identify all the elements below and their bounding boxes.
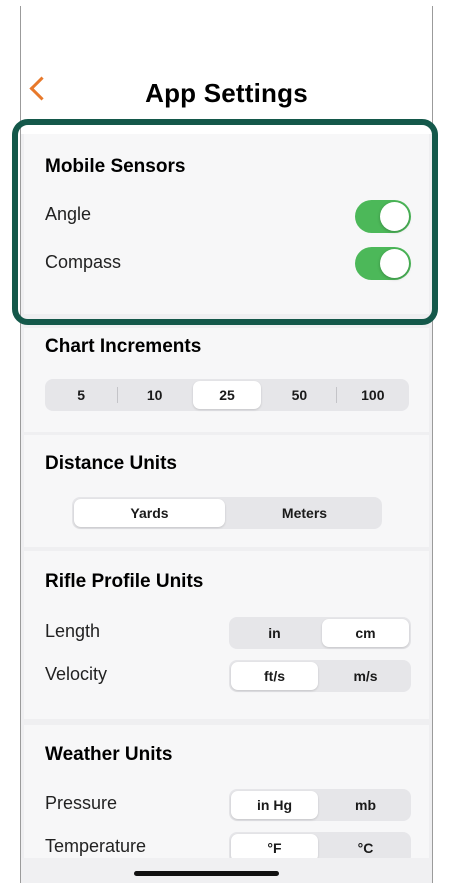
velocity-label: Velocity — [45, 664, 108, 684]
increment-option-25[interactable]: 25 — [192, 381, 262, 409]
weather-units-title: Weather Units — [45, 744, 173, 765]
rifle-profile-units-title: Rifle Profile Units — [45, 571, 204, 592]
increment-option-5[interactable]: 5 — [47, 381, 115, 409]
distance-units-segmented-control: Yards Meters — [72, 497, 382, 529]
temperature-label: Temperature — [45, 836, 147, 856]
distance-option-meters[interactable]: Meters — [229, 499, 380, 527]
page-title: App Settings — [145, 78, 308, 108]
pressure-label: Pressure — [45, 793, 118, 813]
increment-option-50[interactable]: 50 — [265, 381, 333, 409]
divider — [117, 387, 119, 403]
mobile-sensors-highlight-frame — [12, 119, 438, 325]
increment-option-100[interactable]: 100 — [339, 381, 407, 409]
rifle-profile-units-card: Rifle Profile Units Length in cm Velocit… — [24, 551, 429, 719]
velocity-option-ms[interactable]: m/s — [322, 662, 409, 690]
increment-option-10[interactable]: 10 — [120, 381, 188, 409]
distance-units-card: Distance Units Yards Meters — [24, 435, 429, 547]
length-option-in[interactable]: in — [231, 619, 318, 647]
weather-units-card: Weather Units Pressure in Hg mb Temperat… — [24, 725, 429, 865]
distance-units-title: Distance Units — [45, 453, 177, 474]
chart-increments-segmented-control: 5 10 25 50 100 — [45, 379, 409, 411]
length-segmented-control: in cm — [229, 617, 411, 649]
chart-increments-card: Chart Increments 5 10 25 50 100 — [24, 328, 429, 432]
pressure-option-mb[interactable]: mb — [322, 791, 409, 819]
pressure-segmented-control: in Hg mb — [229, 789, 411, 821]
home-indicator[interactable] — [134, 871, 279, 876]
velocity-segmented-control: ft/s m/s — [229, 660, 411, 692]
divider — [335, 387, 337, 403]
length-label: Length — [45, 621, 101, 641]
chart-increments-title: Chart Increments — [45, 336, 202, 357]
distance-option-yards[interactable]: Yards — [74, 499, 225, 527]
length-option-cm[interactable]: cm — [322, 619, 409, 647]
pressure-option-inhg[interactable]: in Hg — [231, 791, 318, 819]
nav-bar: App Settings — [21, 6, 432, 134]
velocity-option-fts[interactable]: ft/s — [231, 662, 318, 690]
